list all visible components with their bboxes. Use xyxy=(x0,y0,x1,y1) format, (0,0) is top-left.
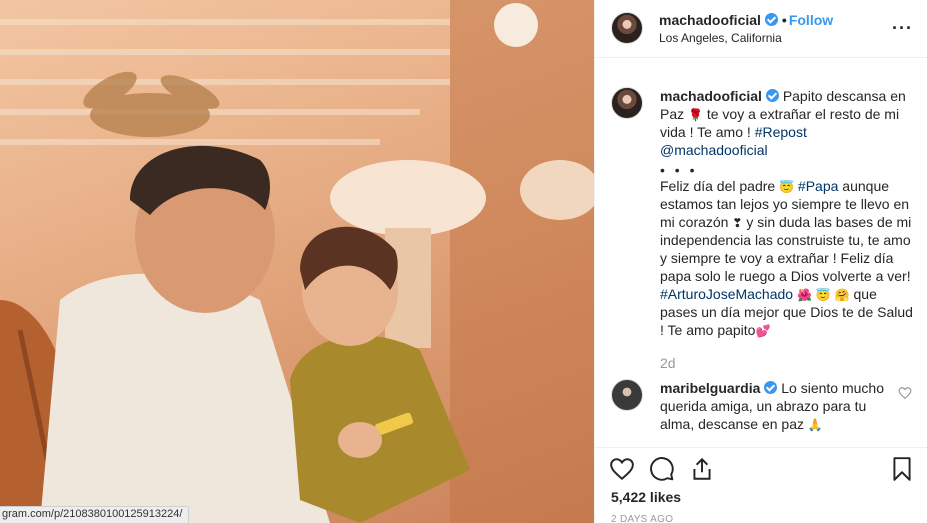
hashtag-repost[interactable]: #Repost xyxy=(755,124,807,140)
post-header: machadooficial • Follow Los Angeles, Calif… xyxy=(595,0,927,58)
caption-line3: Feliz día del padre xyxy=(660,178,776,194)
commenter-username[interactable]: maribelguardia xyxy=(660,380,760,396)
comment-bubble-icon[interactable] xyxy=(649,456,675,482)
share-icon[interactable] xyxy=(689,456,715,482)
post-caption: machadooficial Papito descansa en Paz 🌹 … xyxy=(611,87,916,339)
post-actions: 5,422 likes 2 DAYS AGO xyxy=(595,447,927,523)
post-photo[interactable]: gram.com/p/2108380100125913224/ xyxy=(0,0,594,523)
author-line: machadooficial • Follow xyxy=(659,12,833,28)
like-comment-heart-icon[interactable] xyxy=(898,386,912,400)
commenter-avatar[interactable] xyxy=(611,379,643,411)
verified-badge-icon xyxy=(764,13,778,26)
follow-button[interactable]: Follow xyxy=(789,12,833,28)
author-username[interactable]: machadooficial xyxy=(659,12,761,28)
caption-username[interactable]: machadooficial xyxy=(660,88,762,104)
like-heart-icon[interactable] xyxy=(609,456,635,482)
angel-face-emoji-icon: 😇 xyxy=(815,288,831,302)
angel-face-emoji-icon: 😇 xyxy=(779,180,795,194)
post-location[interactable]: Los Angeles, California xyxy=(659,31,782,45)
verified-badge-icon xyxy=(764,381,778,394)
two-hearts-emoji-icon: 💕 xyxy=(755,324,771,338)
hugging-face-emoji-icon: 🤗 xyxy=(834,288,850,302)
rose-emoji-icon: 🌹 xyxy=(688,108,703,122)
hashtag-papa[interactable]: #Papa xyxy=(798,178,838,194)
caption-text: machadooficial Papito descansa en Paz 🌹 … xyxy=(660,87,916,339)
photo-illustration xyxy=(0,0,594,523)
save-bookmark-icon[interactable] xyxy=(889,456,915,482)
hibiscus-emoji-icon: 🌺 xyxy=(796,288,812,302)
caption-dots: • • • xyxy=(660,162,698,178)
mention-link[interactable]: @machadooficial xyxy=(660,142,768,158)
comments-section[interactable]: machadooficial Papito descansa en Paz 🌹 … xyxy=(595,59,927,447)
header-separator: • xyxy=(781,12,787,28)
caption-avatar[interactable] xyxy=(611,87,643,119)
likes-count[interactable]: 5,422 likes xyxy=(611,489,681,505)
post-side-panel: machadooficial • Follow Los Angeles, Calif… xyxy=(594,0,927,523)
more-options-icon[interactable]: ··· xyxy=(892,18,913,39)
verified-badge-icon xyxy=(765,89,779,102)
praying-hands-emoji-icon: 🙏 xyxy=(807,418,823,432)
hashtag-arturo[interactable]: #ArturoJoseMachado xyxy=(660,286,793,302)
author-avatar[interactable] xyxy=(611,12,643,44)
caption-age[interactable]: 2d xyxy=(660,355,676,371)
heart-exclamation-emoji-icon: ❣ xyxy=(732,216,743,230)
comment-item: maribelguardia Lo siento mucho querida a… xyxy=(611,379,916,433)
status-bar-url: gram.com/p/2108380100125913224/ xyxy=(0,506,190,523)
comment-text: maribelguardia Lo siento mucho querida a… xyxy=(660,379,916,433)
post-timestamp[interactable]: 2 DAYS AGO xyxy=(611,514,673,523)
